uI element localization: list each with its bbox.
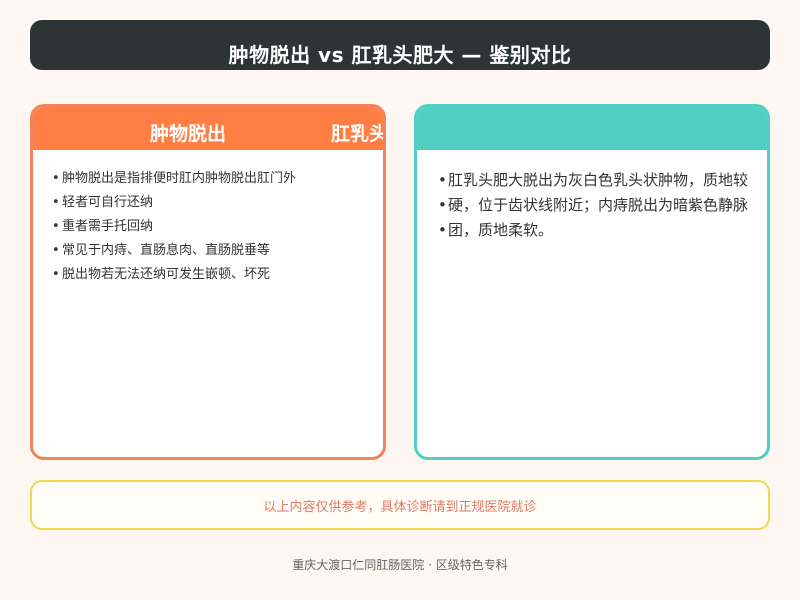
prolapse-list: 肿物脱出是指排便时肛内肿物脱出肛门外 轻者可自行还纳 重者需手托回纳 常见于内痔… bbox=[52, 171, 296, 291]
list-item: 肛乳头肥大脱出为灰白色乳头状肿物，质地较 bbox=[438, 172, 748, 197]
list-item: 重者需手托回纳 bbox=[52, 219, 296, 243]
papilla-list: 肛乳头肥大脱出为灰白色乳头状肿物，质地较 硬，位于齿状线附近；内痔脱出为暗紫色静… bbox=[438, 172, 748, 247]
list-item: 常见于内痔、直肠息肉、直肠脱垂等 bbox=[52, 243, 296, 267]
card-prolapse-header: 肿物脱出 肛乳头肥大 bbox=[33, 107, 383, 150]
title-bar: 肿物脱出 vs 肛乳头肥大 — 鉴别对比 bbox=[30, 20, 770, 70]
list-item: 脱出物若无法还纳可发生嵌顿、坏死 bbox=[52, 267, 296, 291]
list-item: 肿物脱出是指排便时肛内肿物脱出肛门外 bbox=[52, 171, 296, 195]
card-papilla-header bbox=[417, 107, 767, 150]
list-item: 轻者可自行还纳 bbox=[52, 195, 296, 219]
list-item: 硬，位于齿状线附近；内痔脱出为暗紫色静脉 bbox=[438, 197, 748, 222]
disclaimer-text: 以上内容仅供参考，具体诊断请到正规医院就诊 bbox=[263, 499, 537, 515]
footer-text: 重庆大渡口仁同肛肠医院 · 区级特色专科 bbox=[292, 558, 508, 572]
card-prolapse-title: 肿物脱出 bbox=[150, 123, 227, 145]
card-papilla-title: 肛乳头肥大 bbox=[331, 123, 383, 145]
card-prolapse: 肿物脱出 肛乳头肥大 肿物脱出是指排便时肛内肿物脱出肛门外 轻者可自行还纳 重者… bbox=[30, 104, 386, 460]
list-item: 团，质地柔软。 bbox=[438, 222, 748, 247]
page-title: 肿物脱出 vs 肛乳头肥大 — 鉴别对比 bbox=[228, 42, 572, 67]
card-papilla: 肛乳头肥大脱出为灰白色乳头状肿物，质地较 硬，位于齿状线附近；内痔脱出为暗紫色静… bbox=[414, 104, 770, 460]
disclaimer-box: 以上内容仅供参考，具体诊断请到正规医院就诊 bbox=[30, 480, 770, 530]
